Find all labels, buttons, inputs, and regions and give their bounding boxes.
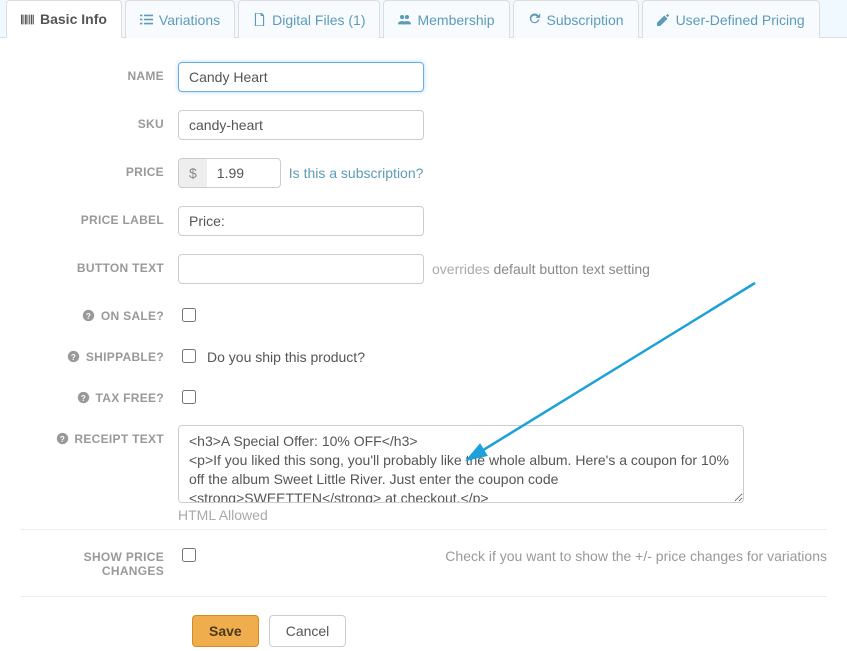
on-sale-checkbox[interactable] — [182, 308, 196, 322]
tab-bar: Basic Info Variations Digital Files (1) … — [0, 0, 847, 38]
svg-text:?: ? — [81, 394, 86, 403]
receipt-text-textarea[interactable] — [178, 425, 744, 503]
label-tax-free: ? TAX FREE? — [20, 384, 178, 405]
svg-text:?: ? — [71, 353, 76, 362]
tab-membership[interactable]: Membership — [383, 0, 509, 38]
help-icon: ? — [56, 432, 69, 445]
svg-text:?: ? — [86, 312, 91, 321]
divider — [20, 596, 827, 597]
receipt-hint: HTML Allowed — [178, 507, 268, 523]
file-icon — [253, 13, 266, 26]
tab-label: Variations — [159, 12, 220, 28]
price-label-input[interactable] — [178, 206, 424, 236]
help-icon: ? — [67, 350, 80, 363]
shippable-hint: Do you ship this product? — [207, 349, 365, 365]
refresh-icon — [528, 13, 541, 26]
tax-free-checkbox[interactable] — [182, 390, 196, 404]
label-on-sale: ? ON SALE? — [20, 302, 178, 323]
name-input[interactable] — [178, 62, 424, 92]
list-icon — [140, 13, 153, 26]
label-price: PRICE — [20, 158, 178, 179]
label-button-text: BUTTON TEXT — [20, 254, 178, 275]
button-text-hint: overrides default button text setting — [432, 261, 650, 277]
shippable-checkbox[interactable] — [182, 349, 196, 363]
users-icon — [398, 13, 411, 26]
label-receipt-text: ? RECEIPT TEXT — [20, 425, 178, 446]
show-price-changes-checkbox[interactable] — [182, 548, 196, 562]
tab-variations[interactable]: Variations — [125, 0, 235, 38]
tab-subscription[interactable]: Subscription — [513, 0, 639, 38]
tab-user-defined-pricing[interactable]: User-Defined Pricing — [642, 0, 820, 38]
sku-input[interactable] — [178, 110, 424, 140]
label-sku: SKU — [20, 110, 178, 131]
help-icon: ? — [77, 391, 90, 404]
form-panel: NAME SKU PRICE $ Is this a subscription?… — [0, 38, 847, 651]
svg-text:?: ? — [60, 435, 65, 444]
show-price-changes-hint: Check if you want to show the +/- price … — [207, 548, 827, 564]
tab-digital-files[interactable]: Digital Files (1) — [238, 0, 380, 38]
label-show-price-changes: SHOW PRICE CHANGES — [20, 546, 178, 578]
tab-label: Digital Files (1) — [272, 12, 365, 28]
tab-basic-info[interactable]: Basic Info — [6, 0, 122, 38]
price-input[interactable] — [207, 158, 281, 188]
button-text-input[interactable] — [178, 254, 424, 284]
cancel-button[interactable]: Cancel — [269, 615, 347, 647]
label-shippable: ? SHIPPABLE? — [20, 343, 178, 364]
tab-label: User-Defined Pricing — [676, 12, 805, 28]
tab-label: Basic Info — [40, 11, 107, 27]
edit-icon — [657, 13, 670, 26]
barcode-icon — [21, 13, 34, 26]
save-button[interactable]: Save — [192, 615, 259, 647]
help-icon: ? — [82, 309, 95, 322]
tab-label: Subscription — [547, 12, 624, 28]
label-price-label: PRICE LABEL — [20, 206, 178, 227]
is-subscription-link[interactable]: Is this a subscription? — [289, 165, 424, 181]
currency-prefix: $ — [178, 158, 207, 188]
tab-label: Membership — [417, 12, 494, 28]
label-name: NAME — [20, 62, 178, 83]
divider — [20, 529, 827, 530]
